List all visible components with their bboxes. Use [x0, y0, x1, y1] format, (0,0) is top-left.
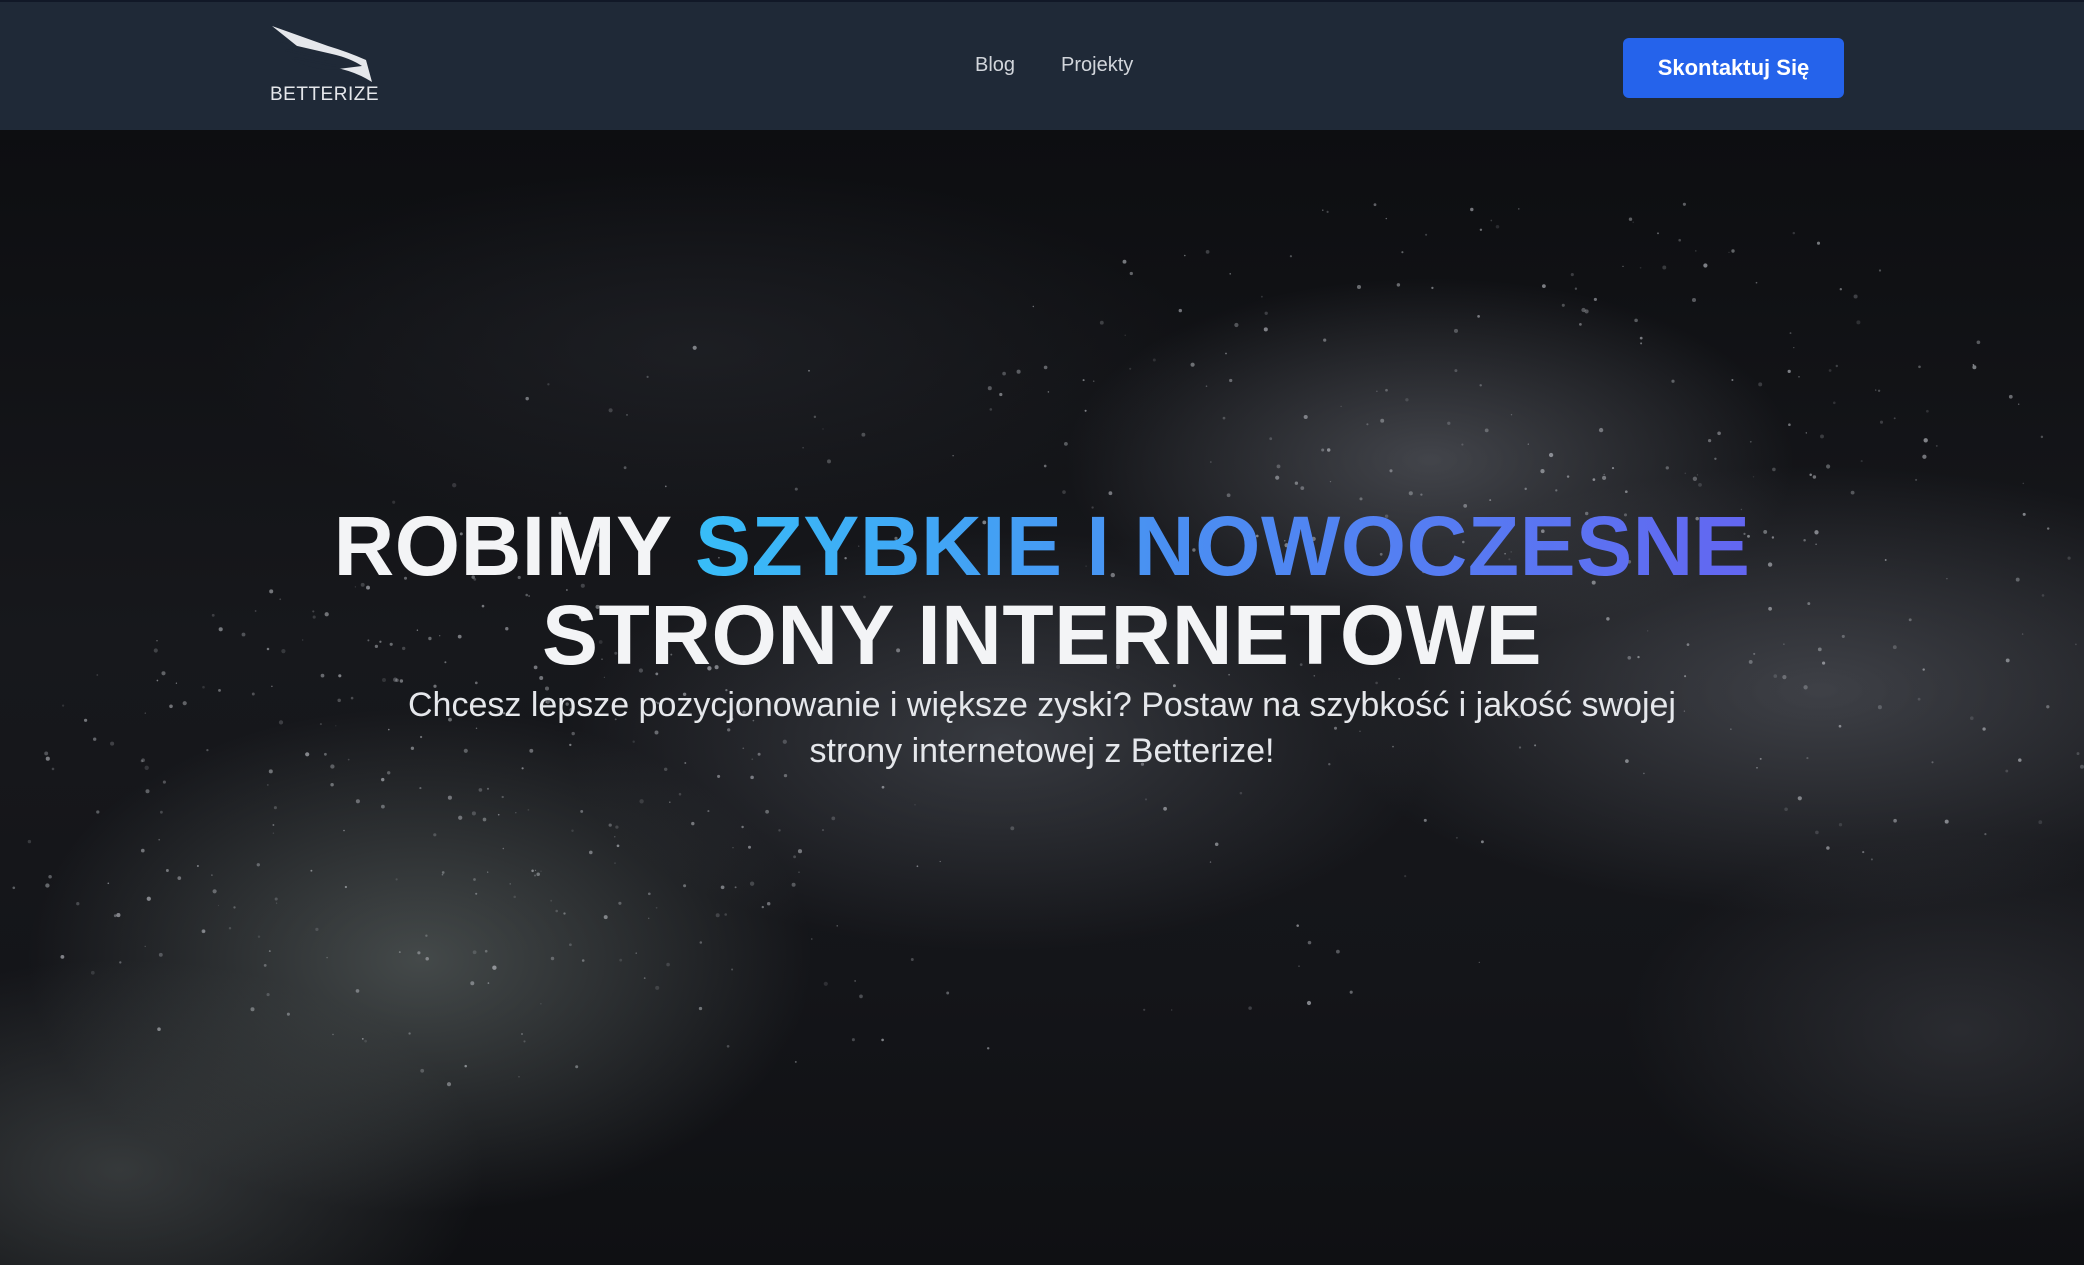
navbar: BETTERIZE Blog Projekty Skontaktuj Się [0, 0, 2084, 130]
contact-button[interactable]: Skontaktuj Się [1623, 38, 1844, 98]
logo-text: BETTERIZE [270, 84, 380, 105]
logo-link[interactable]: BETTERIZE [270, 24, 380, 110]
hero-title: ROBIMY SZYBKIE I NOWOCZESNE STRONY INTER… [0, 502, 2084, 680]
page: BETTERIZE Blog Projekty Skontaktuj Się R… [0, 0, 2084, 1265]
wing-logo-icon [272, 26, 372, 82]
hero-title-highlight: SZYBKIE I NOWOCZESNE [694, 499, 1751, 593]
hero-subtitle: Chcesz lepsze pozycjonowanie i większe z… [408, 686, 1676, 770]
hero-content: ROBIMY SZYBKIE I NOWOCZESNE STRONY INTER… [0, 502, 2084, 774]
main-nav: Blog Projekty [975, 54, 1133, 77]
hero-title-prefix: ROBIMY [333, 499, 672, 593]
hero-section: ROBIMY SZYBKIE I NOWOCZESNE STRONY INTER… [0, 130, 2084, 1265]
hero-title-line2: STRONY INTERNETOWE [542, 588, 1542, 682]
nav-link-blog[interactable]: Blog [975, 54, 1015, 77]
nav-link-projekty[interactable]: Projekty [1061, 54, 1133, 77]
